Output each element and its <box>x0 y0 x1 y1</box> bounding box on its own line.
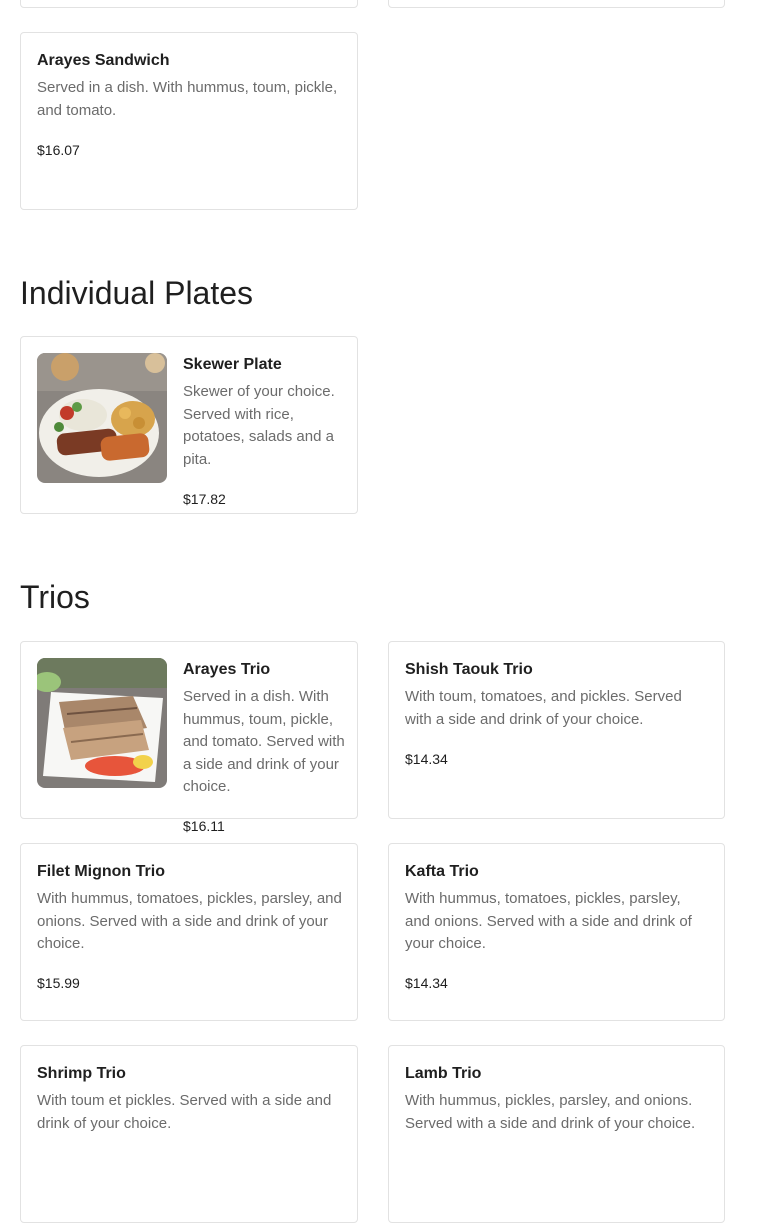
item-price: $15.99 <box>37 975 80 991</box>
skewer-plate-photo <box>37 353 167 483</box>
item-price: $14.34 <box>405 751 448 767</box>
menu-item-card-partial-left[interactable] <box>20 0 358 8</box>
item-description: With hummus, tomatoes, pickles, parsley,… <box>37 890 342 952</box>
item-title: Lamb Trio <box>405 1065 482 1082</box>
item-description: With hummus, tomatoes, pickles, parsley,… <box>405 890 692 952</box>
menu-item-card-kafta-trio[interactable]: Kafta Trio With hummus, tomatoes, pickle… <box>388 843 725 1021</box>
item-title: Filet Mignon Trio <box>37 863 165 880</box>
item-price: $16.07 <box>37 142 80 158</box>
menu-item-card-partial-right[interactable] <box>388 0 725 8</box>
item-price: $16.11 <box>183 818 225 834</box>
menu-item-card-lamb-trio[interactable]: Lamb Trio With hummus, pickles, parsley,… <box>388 1045 725 1223</box>
item-title: Arayes Trio <box>183 661 271 678</box>
section-heading-individual-plates: Individual Plates <box>20 275 254 311</box>
item-title: Shrimp Trio <box>37 1065 126 1082</box>
item-description: Served in a dish. With hummus, toum, pic… <box>183 688 345 795</box>
item-description: Skewer of your choice. Served with rice,… <box>183 383 335 468</box>
item-description: With toum, tomatoes, and pickles. Served… <box>405 688 682 728</box>
menu-item-card-arayes-sandwich[interactable]: Arayes Sandwich Served in a dish. With h… <box>20 32 358 210</box>
menu-item-card-arayes-trio[interactable]: Arayes Trio Served in a dish. With hummu… <box>20 641 358 834</box>
item-description: Served in a dish. With hummus, toum, pic… <box>37 79 338 119</box>
section-heading-trios: Trios <box>20 579 90 615</box>
item-description: With hummus, pickles, parsley, and onion… <box>405 1092 696 1132</box>
item-title: Arayes Sandwich <box>37 52 170 69</box>
item-price: $17.82 <box>183 491 226 507</box>
arayes-trio-photo <box>37 658 167 788</box>
item-description: With toum et pickles. Served with a side… <box>37 1092 332 1132</box>
menu-item-card-skewer-plate[interactable]: Skewer Plate Skewer of your choice. Serv… <box>20 336 358 514</box>
menu-item-card-shrimp-trio[interactable]: Shrimp Trio With toum et pickles. Served… <box>20 1045 358 1223</box>
item-price: $14.34 <box>405 975 448 991</box>
item-title: Shish Taouk Trio <box>405 661 533 678</box>
item-title: Kafta Trio <box>405 863 479 880</box>
item-title: Skewer Plate <box>183 356 282 373</box>
menu-item-card-filet-mignon-trio[interactable]: Filet Mignon Trio With hummus, tomatoes,… <box>20 843 358 1021</box>
menu-item-card-shish-taouk-trio[interactable]: Shish Taouk Trio With toum, tomatoes, an… <box>388 641 725 819</box>
